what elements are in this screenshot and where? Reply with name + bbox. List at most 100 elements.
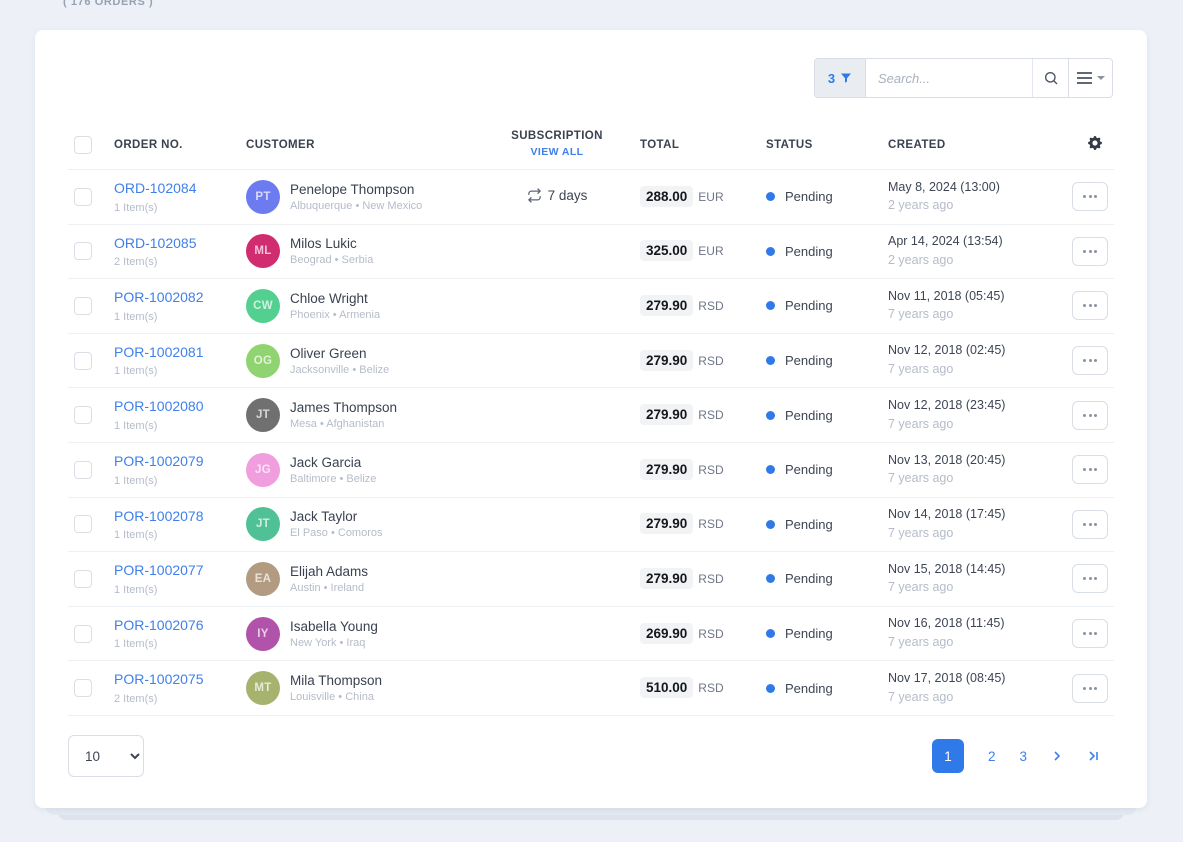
customer-name: James Thompson xyxy=(290,400,397,415)
orders-card: 3 ORDER NO. CUSTOMER SUBSCRIPTION VIE xyxy=(35,30,1147,808)
total-amount: 279.90 xyxy=(640,350,693,371)
row-checkbox[interactable] xyxy=(74,679,92,697)
order-link[interactable]: POR-1002081 xyxy=(114,344,204,360)
customer-avatar: JG xyxy=(246,453,280,487)
status-label: Pending xyxy=(785,244,833,259)
customer-name: Milos Lukic xyxy=(290,236,373,251)
order-link[interactable]: POR-1002076 xyxy=(114,617,204,633)
row-checkbox[interactable] xyxy=(74,570,92,588)
customer-name: Elijah Adams xyxy=(290,564,368,579)
status-dot xyxy=(766,192,775,201)
order-link[interactable]: ORD-102085 xyxy=(114,235,197,251)
row-actions-button[interactable] xyxy=(1072,619,1108,648)
status-dot xyxy=(766,301,775,310)
customer-avatar: OG xyxy=(246,344,280,378)
orders-count-label: ( 176 ORDERS ) xyxy=(63,0,153,8)
view-all-link[interactable]: VIEW ALL xyxy=(496,145,618,161)
page-size-select[interactable]: 10 xyxy=(68,735,144,777)
total-currency: EUR xyxy=(698,190,723,204)
total-currency: RSD xyxy=(698,572,723,586)
order-items-count: 1 Item(s) xyxy=(114,202,246,214)
page-button-1[interactable]: 1 xyxy=(932,739,964,773)
row-actions-button[interactable] xyxy=(1072,455,1108,484)
next-page-button[interactable] xyxy=(1051,750,1063,762)
repeat-icon xyxy=(527,188,542,203)
row-checkbox[interactable] xyxy=(74,188,92,206)
total-amount: 279.90 xyxy=(640,404,693,425)
search-input[interactable] xyxy=(865,59,1032,97)
filter-button[interactable]: 3 xyxy=(815,59,865,97)
created-ago: 7 years ago xyxy=(888,691,1044,705)
gear-icon[interactable] xyxy=(1088,136,1102,150)
order-items-count: 2 Item(s) xyxy=(114,693,246,705)
status-label: Pending xyxy=(785,462,833,477)
row-actions-button[interactable] xyxy=(1072,674,1108,703)
page-button-2[interactable]: 2 xyxy=(988,749,996,764)
order-items-count: 1 Item(s) xyxy=(114,584,246,596)
created-ago: 2 years ago xyxy=(888,199,1044,213)
created-date: Apr 14, 2024 (13:54) xyxy=(888,235,1044,249)
customer-location: Baltimore • Belize xyxy=(290,473,376,485)
row-actions-button[interactable] xyxy=(1072,182,1108,211)
created-ago: 7 years ago xyxy=(888,636,1044,650)
order-items-count: 1 Item(s) xyxy=(114,365,246,377)
row-actions-button[interactable] xyxy=(1072,346,1108,375)
status-label: Pending xyxy=(785,571,833,586)
pagination: 1 2 3 xyxy=(932,739,1100,773)
row-checkbox[interactable] xyxy=(74,297,92,315)
row-checkbox[interactable] xyxy=(74,461,92,479)
order-link[interactable]: POR-1002075 xyxy=(114,671,204,687)
customer-name: Mila Thompson xyxy=(290,673,382,688)
order-link[interactable]: POR-1002079 xyxy=(114,453,204,469)
row-checkbox[interactable] xyxy=(74,242,92,260)
table-row: POR-1002075 2 Item(s) MT Mila Thompson L… xyxy=(68,661,1114,716)
order-link[interactable]: POR-1002082 xyxy=(114,289,204,305)
status-dot xyxy=(766,684,775,693)
row-actions-button[interactable] xyxy=(1072,401,1108,430)
list-options-button[interactable] xyxy=(1068,59,1112,97)
created-date: Nov 12, 2018 (23:45) xyxy=(888,399,1044,413)
row-checkbox[interactable] xyxy=(74,352,92,370)
header-total: TOTAL xyxy=(618,139,744,151)
total-amount: 325.00 xyxy=(640,240,693,261)
order-link[interactable]: POR-1002080 xyxy=(114,398,204,414)
order-link[interactable]: POR-1002077 xyxy=(114,562,204,578)
total-currency: RSD xyxy=(698,408,723,422)
created-ago: 7 years ago xyxy=(888,363,1044,377)
search-icon xyxy=(1043,70,1059,86)
order-link[interactable]: POR-1002078 xyxy=(114,508,204,524)
customer-avatar: MT xyxy=(246,671,280,705)
header-subscription: SUBSCRIPTION xyxy=(511,130,603,142)
created-date: Nov 16, 2018 (11:45) xyxy=(888,617,1044,631)
customer-avatar: PT xyxy=(246,180,280,214)
table-row: ORD-102084 1 Item(s) PT Penelope Thompso… xyxy=(68,170,1114,225)
total-currency: RSD xyxy=(698,681,723,695)
row-checkbox[interactable] xyxy=(74,406,92,424)
row-actions-button[interactable] xyxy=(1072,237,1108,266)
row-actions-button[interactable] xyxy=(1072,510,1108,539)
row-checkbox[interactable] xyxy=(74,625,92,643)
page-button-3[interactable]: 3 xyxy=(1019,749,1027,764)
status-label: Pending xyxy=(785,681,833,696)
header-created: CREATED xyxy=(864,139,1044,151)
status-dot xyxy=(766,411,775,420)
created-date: May 8, 2024 (13:00) xyxy=(888,181,1044,195)
customer-name: Jack Garcia xyxy=(290,455,376,470)
status-label: Pending xyxy=(785,189,833,204)
row-actions-button[interactable] xyxy=(1072,564,1108,593)
created-ago: 7 years ago xyxy=(888,472,1044,486)
row-actions-button[interactable] xyxy=(1072,291,1108,320)
customer-location: Mesa • Afghanistan xyxy=(290,418,397,430)
last-page-button[interactable] xyxy=(1087,750,1100,762)
table-row: POR-1002079 1 Item(s) JG Jack Garcia Bal… xyxy=(68,443,1114,498)
table-header-row: ORDER NO. CUSTOMER SUBSCRIPTION VIEW ALL… xyxy=(68,120,1114,170)
select-all-checkbox[interactable] xyxy=(74,136,92,154)
status-label: Pending xyxy=(785,353,833,368)
search-button[interactable] xyxy=(1032,59,1068,97)
order-items-count: 1 Item(s) xyxy=(114,638,246,650)
total-currency: RSD xyxy=(698,463,723,477)
order-link[interactable]: ORD-102084 xyxy=(114,180,197,196)
row-checkbox[interactable] xyxy=(74,515,92,533)
funnel-icon xyxy=(840,72,852,84)
created-ago: 7 years ago xyxy=(888,527,1044,541)
